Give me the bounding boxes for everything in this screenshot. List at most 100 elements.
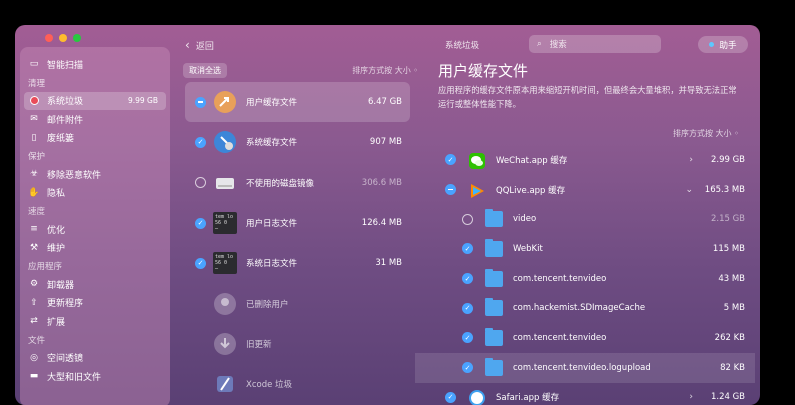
category-size: 907 MB — [370, 137, 402, 147]
category-size: 126.4 MB — [362, 218, 402, 228]
detail-row[interactable]: QQLive.app 缓存⌄165.3 MB — [440, 175, 755, 205]
category-checkbox[interactable] — [195, 97, 206, 108]
detail-checkbox[interactable]: ✓ — [462, 362, 473, 373]
detail-row[interactable]: ✓com.tencent.tenvideo.logupload82 KB — [415, 353, 755, 383]
detail-checkbox[interactable]: ✓ — [462, 303, 473, 314]
qqlive-icon — [468, 182, 486, 198]
category-row[interactable]: 不使用的磁盘镜像306.6 MB — [185, 163, 410, 203]
sidebar-item-3[interactable]: ✉邮件附件 — [20, 110, 170, 129]
sidebar-section-8: 速度 — [20, 202, 170, 220]
detail-checkbox[interactable]: ✓ — [445, 392, 456, 403]
extensions-icon: ⇄ — [28, 315, 40, 327]
sidebar-item-2[interactable]: 系统垃圾 9.99 GB — [24, 92, 166, 111]
category-name: 用户缓存文件 — [246, 96, 297, 108]
detail-row[interactable]: ✓WebKit115 MB — [440, 234, 755, 264]
detail-list: ✓WeChat.app 缓存›2.99 GBQQLive.app 缓存⌄165.… — [440, 145, 755, 405]
app-window: ▭智能扫描清理系统垃圾 9.99 GB ✉邮件附件▯废纸篓保护☣移除恶意软件✋隐私速… — [15, 25, 760, 405]
detail-name: com.tencent.tenvideo — [513, 274, 606, 284]
sidebar-item-label: 更新程序 — [47, 296, 83, 309]
folder-icon — [485, 271, 503, 287]
category-name: 不使用的磁盘镜像 — [246, 177, 314, 189]
sidebar-item-label: 扩展 — [47, 315, 65, 328]
assistant-button[interactable]: 助手 — [698, 36, 748, 53]
chevron-right-icon[interactable]: › — [689, 392, 693, 402]
close-window-button[interactable] — [45, 34, 53, 42]
sidebar-item-14[interactable]: ⇄ 扩展 — [20, 312, 170, 331]
sidebar-section-1: 清理 — [20, 74, 170, 92]
wechat-icon — [468, 152, 486, 168]
detail-row[interactable]: video2.15 GB — [440, 204, 755, 234]
window-controls — [45, 34, 81, 42]
category-row[interactable]: 旧更新 — [185, 324, 410, 364]
category-checkbox[interactable] — [195, 177, 206, 188]
detail-size: 262 KB — [715, 333, 745, 343]
detail-checkbox[interactable]: ✓ — [462, 243, 473, 254]
folder-icon — [485, 330, 503, 346]
detail-checkbox[interactable] — [445, 184, 456, 195]
detail-checkbox[interactable]: ✓ — [462, 332, 473, 343]
detail-checkbox[interactable]: ✓ — [445, 154, 456, 165]
detail-row[interactable]: ✓com.tencent.tenvideo262 KB — [440, 323, 755, 353]
user-cache-icon — [212, 89, 238, 115]
category-name: 用户日志文件 — [246, 217, 297, 229]
detail-size: 2.15 GB — [711, 214, 745, 224]
back-button[interactable]: ‹ 返回 — [185, 38, 214, 52]
sidebar-item-16[interactable]: ◎空间透镜 — [20, 349, 170, 368]
sidebar-item-4[interactable]: ▯废纸篓 — [20, 129, 170, 148]
category-row[interactable]: 已删除用户 — [185, 283, 410, 323]
system-log-icon: tem lo56 0─ — [212, 250, 238, 276]
sidebar-item-10[interactable]: ⚒维护 — [20, 239, 170, 258]
category-name: 已删除用户 — [246, 298, 289, 310]
category-checkbox[interactable]: ✓ — [195, 218, 206, 229]
sidebar-item-7[interactable]: ✋隐私 — [20, 184, 170, 203]
category-row[interactable]: ✓ 系统缓存文件 907 MB — [185, 122, 410, 162]
uninstaller-icon: ⚙ — [28, 278, 40, 290]
xcode-icon — [212, 371, 238, 397]
detail-row[interactable]: ✓com.tencent.tenvideo43 MB — [440, 264, 755, 294]
monitor-icon: ▭ — [28, 58, 40, 70]
detail-checkbox[interactable] — [462, 214, 473, 225]
category-checkbox[interactable]: ✓ — [195, 137, 206, 148]
search-input[interactable]: ⌕ 搜索 — [529, 35, 661, 53]
sidebar-item-6[interactable]: ☣移除恶意软件 — [20, 165, 170, 184]
detail-checkbox[interactable]: ✓ — [462, 273, 473, 284]
chevron-left-icon: ‹ — [185, 38, 190, 52]
category-name: 系统缓存文件 — [246, 136, 297, 148]
updater-icon: ⇧ — [28, 297, 40, 309]
sidebar-item-label: 废纸篓 — [47, 131, 74, 144]
detail-size: 82 KB — [720, 363, 745, 373]
detail-sort-dropdown[interactable]: 排序方式按 大小 ◦ — [673, 128, 739, 139]
sidebar-item-12[interactable]: ⚙卸载器 — [20, 275, 170, 294]
sidebar-item-13[interactable]: ⇧ 更新程序 — [20, 294, 170, 313]
detail-name: WeChat.app 缓存 — [496, 154, 567, 166]
category-row[interactable]: ✓tem lo56 0─用户日志文件126.4 MB — [185, 203, 410, 243]
detail-size: 5 MB — [724, 303, 745, 313]
sidebar-item-9[interactable]: ≡优化 — [20, 220, 170, 239]
detail-row[interactable]: ✓com.hackemist.SDImageCache5 MB — [440, 293, 755, 323]
detail-row[interactable]: ✓WeChat.app 缓存›2.99 GB — [440, 145, 755, 175]
category-list: 用户缓存文件6.47 GB ✓ 系统缓存文件 907 MB 不使用的磁盘镜像306.6 … — [185, 82, 410, 404]
detail-name: WebKit — [513, 244, 543, 254]
category-row[interactable]: 用户缓存文件6.47 GB — [185, 82, 410, 122]
deselect-all-button[interactable]: 取消全选 — [183, 63, 227, 78]
sidebar-item-size: 9.99 GB — [128, 96, 158, 105]
disk-image-icon — [212, 170, 238, 196]
assistant-label: 助手 — [719, 39, 736, 51]
chevron-right-icon[interactable]: › — [689, 155, 693, 165]
category-row[interactable]: ✓tem lo56 0─系统日志文件31 MB — [185, 243, 410, 283]
zoom-window-button[interactable] — [73, 34, 81, 42]
sidebar-item-label: 移除恶意软件 — [47, 168, 101, 181]
sidebar-item-0[interactable]: ▭智能扫描 — [20, 55, 170, 74]
sidebar-item-17[interactable]: ▬大型和旧文件 — [20, 367, 170, 386]
sidebar-item-label: 系统垃圾 — [47, 94, 83, 107]
category-checkbox[interactable]: ✓ — [195, 258, 206, 269]
sort-by-size-dropdown[interactable]: 排序方式按 大小 ◦ — [352, 65, 418, 76]
folder-icon — [485, 211, 503, 227]
detail-row[interactable]: ✓Safari.app 缓存›1.24 GB — [440, 383, 755, 405]
wrench-icon: ⚒ — [28, 242, 40, 254]
category-size: 31 MB — [375, 258, 402, 268]
sidebar-section-5: 保护 — [20, 147, 170, 165]
category-row[interactable]: Xcode 垃圾 — [185, 364, 410, 404]
chevron-down-icon[interactable]: ⌄ — [685, 185, 693, 195]
minimize-window-button[interactable] — [59, 34, 67, 42]
